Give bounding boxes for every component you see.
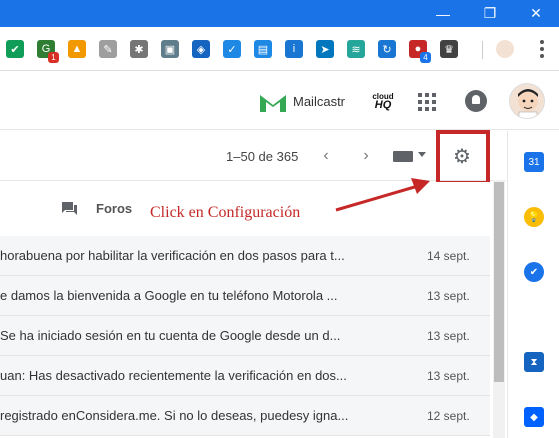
browser-menu-icon[interactable] <box>539 40 545 58</box>
calendar-icon[interactable]: 31 <box>524 152 544 172</box>
mail-date: 14 sept. <box>427 249 470 263</box>
grammar-badge: 1 <box>48 52 59 63</box>
extensions-bar: ✔ G 1 ▲ ✎ ✱ ▣ ◈ ✓ ▤ i ➤ ≋ ↻ ● 4 ♛ <box>0 27 559 71</box>
annotation-label: Click en Configuración <box>150 204 301 221</box>
browser-titlebar: — ❐ ✕ <box>0 0 559 27</box>
mailcastr-logo-icon[interactable] <box>258 92 288 114</box>
tasks-icon[interactable]: ✔ <box>524 262 544 282</box>
input-tools-dropdown-icon[interactable] <box>418 152 426 157</box>
mailcastr-label[interactable]: Mailcastr <box>293 94 345 109</box>
mail-date: 13 sept. <box>427 329 470 343</box>
cloudhq-icon[interactable]: cloud HQ <box>370 92 396 114</box>
side-panel <box>507 131 559 438</box>
maximize-button[interactable]: ❐ <box>467 0 513 27</box>
send-extension-icon[interactable]: ➤ <box>316 40 334 58</box>
dropbox-icon[interactable]: ◆ <box>524 407 544 427</box>
google-apps-icon[interactable] <box>418 93 436 111</box>
profile-avatar-small[interactable] <box>496 40 514 58</box>
download-extension-icon[interactable]: ◈ <box>192 40 210 58</box>
stats-extension-icon[interactable]: ▲ <box>68 40 86 58</box>
pen-extension-icon[interactable]: ✎ <box>99 40 117 58</box>
close-button[interactable]: ✕ <box>513 0 559 27</box>
image-extension-icon[interactable]: ▣ <box>161 40 179 58</box>
puzzle-extension-icon[interactable]: ✱ <box>130 40 148 58</box>
mail-date: 13 sept. <box>427 289 470 303</box>
mail-row[interactable]: registrado enConsidera.me. Si no lo dese… <box>0 396 490 436</box>
tab-forums[interactable]: Foros <box>96 201 132 216</box>
scrollbar-thumb[interactable] <box>494 182 504 382</box>
record-extension-icon[interactable]: ● 4 <box>409 40 431 63</box>
mail-subject: uan: Has desactivado recientemente la ve… <box>0 368 347 383</box>
crown-extension-icon[interactable]: ♛ <box>440 40 458 58</box>
info-extension-icon[interactable]: i <box>285 40 303 58</box>
mail-row[interactable]: e damos la bienvenida a Google en tu tel… <box>0 276 490 316</box>
mail-subject: e damos la bienvenida a Google en tu tel… <box>0 288 338 303</box>
hubspot-icon[interactable]: ⧗ <box>524 352 544 372</box>
forums-icon[interactable] <box>61 201 78 216</box>
previous-page-button[interactable]: ‹ <box>317 147 335 165</box>
mail-subject: Se ha iniciado sesión en tu cuenta de Go… <box>0 328 341 343</box>
extensions-divider <box>482 41 483 59</box>
sync-extension-icon[interactable]: ↻ <box>378 40 396 58</box>
grammar-extension-icon[interactable]: G1 <box>37 40 59 63</box>
record-badge: 4 <box>420 52 431 63</box>
mail-date: 13 sept. <box>427 369 470 383</box>
mail-subject: horabuena por habilitar la verificación … <box>0 248 345 263</box>
input-tools-keyboard-icon[interactable] <box>393 151 413 162</box>
minimize-button[interactable]: — <box>420 0 466 27</box>
mail-date: 12 sept. <box>427 409 470 423</box>
mail-row[interactable]: uan: Has desactivado recientemente la ve… <box>0 356 490 396</box>
check-extension-icon[interactable]: ✔ <box>6 40 24 58</box>
notifications-icon[interactable] <box>465 90 487 112</box>
clipboard-extension-icon[interactable]: ▤ <box>254 40 272 58</box>
account-avatar[interactable] <box>509 83 545 119</box>
pagination-label: 1–50 de 365 <box>226 149 299 164</box>
mail-subject: registrado enConsidera.me. Si no lo dese… <box>0 408 349 423</box>
cloudhq-line2: HQ <box>374 99 392 111</box>
mail-row[interactable]: Se ha iniciado sesión en tu cuenta de Go… <box>0 316 490 356</box>
next-page-button[interactable]: › <box>357 147 375 165</box>
audio-extension-icon[interactable]: ≋ <box>347 40 365 58</box>
settings-highlight-box <box>436 130 490 185</box>
mail-row[interactable]: horabuena por habilitar la verificación … <box>0 236 490 276</box>
keep-icon[interactable]: 💡 <box>524 207 544 227</box>
check-box-extension-icon[interactable]: ✓ <box>223 40 241 58</box>
